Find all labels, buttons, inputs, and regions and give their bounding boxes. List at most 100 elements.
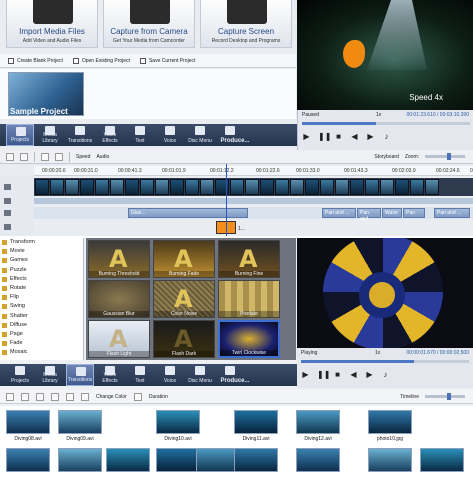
tool-projects[interactable]: Projects [6, 124, 34, 146]
import-media-button[interactable]: Import Media Files Add Video and Audio F… [6, 0, 98, 48]
effect-clip[interactable]: Pan [403, 208, 425, 218]
category-item[interactable]: Page [0, 330, 83, 339]
media-file-thumbnail[interactable] [234, 448, 278, 472]
player-zoom[interactable]: 1x [376, 112, 381, 118]
tool-produce[interactable]: Produce... [216, 124, 254, 146]
video-clip[interactable] [350, 179, 364, 195]
prev-frame-icon[interactable]: ◀ [350, 132, 359, 141]
video-track[interactable] [34, 178, 473, 196]
tool-transitions[interactable]: Transitions [66, 124, 94, 146]
player-zoom[interactable]: 1x [375, 350, 380, 356]
zoom-slider[interactable] [425, 153, 465, 160]
video-clip[interactable] [95, 179, 109, 195]
video-clip[interactable] [185, 179, 199, 195]
volume-icon[interactable]: ♪ [381, 370, 390, 379]
media-file-thumbnail[interactable]: Diving08.avi [6, 410, 50, 442]
video-clip[interactable] [290, 179, 304, 195]
media-file-thumbnail[interactable] [58, 448, 102, 472]
move-left-icon[interactable] [6, 392, 14, 401]
video-clip[interactable] [305, 179, 319, 195]
volume-icon[interactable]: ♪ [382, 132, 391, 141]
category-item[interactable]: Shatter [0, 312, 83, 321]
pause-icon[interactable]: ❚❚ [317, 370, 330, 379]
media-file-thumbnail[interactable]: Diving09.avi [58, 410, 102, 442]
category-item[interactable]: Mosaic [0, 348, 83, 357]
video-clip[interactable] [230, 179, 244, 195]
video-clip[interactable] [320, 179, 334, 195]
video-clip[interactable] [365, 179, 379, 195]
category-item[interactable]: Rotate [0, 284, 83, 293]
category-item[interactable]: Swing [0, 302, 83, 311]
effect-track[interactable]: Glas... Pan and ... Pan and ... Wave Pan… [34, 207, 473, 222]
effect-thumbnail[interactable]: Gaussian Blur [88, 280, 150, 318]
category-item[interactable]: Effects [0, 275, 83, 284]
video-clip[interactable] [65, 179, 79, 195]
media-file-thumbnail[interactable]: Diving12.avi [296, 410, 340, 442]
storyboard-button[interactable]: Storyboard [374, 154, 398, 160]
transition-track[interactable] [34, 198, 473, 204]
pause-icon[interactable]: ❚❚ [318, 132, 331, 141]
effect-clip[interactable]: Wave [382, 208, 402, 218]
timeline-playhead[interactable] [226, 164, 227, 236]
category-item[interactable]: Puzzle [0, 266, 83, 275]
category-item[interactable]: Flip [0, 293, 83, 302]
stop-icon[interactable]: ■ [333, 370, 342, 379]
create-blank-project-button[interactable]: Create Blank Project [8, 57, 63, 64]
tool-transitions[interactable]: Transitions [66, 364, 94, 386]
open-project-button[interactable]: Open Existing Project [72, 57, 130, 64]
tool-text[interactable]: Text [126, 124, 154, 146]
move-right-icon[interactable] [21, 392, 29, 401]
category-item[interactable]: Diffuse [0, 321, 83, 330]
next-frame-icon[interactable]: ▶ [365, 370, 374, 379]
video-clip[interactable] [80, 179, 94, 195]
tool-text[interactable]: Text [126, 364, 154, 386]
capture-screen-button[interactable]: Capture Screen Record Desktop and Progra… [200, 0, 292, 48]
tool-video-effects[interactable]: Video Effects [96, 124, 124, 146]
video-clip[interactable] [275, 179, 289, 195]
effect-thumbnail[interactable]: A Flash Dark [153, 320, 215, 358]
audio-button[interactable]: Audio [96, 154, 109, 160]
effect-thumbnail[interactable]: A Burning Fade [153, 240, 215, 278]
effect-thumbnail-selected[interactable]: Twirl Clockwise [218, 320, 280, 358]
video-clip[interactable] [380, 179, 394, 195]
category-item[interactable]: Transform [0, 238, 83, 247]
redo-icon[interactable] [66, 392, 74, 401]
media-file-thumbnail[interactable] [156, 448, 200, 472]
video-clip[interactable] [110, 179, 124, 195]
tool-voice[interactable]: Voice [156, 124, 184, 146]
change-color-button[interactable]: Change Color [96, 394, 127, 400]
effect-thumbnail[interactable]: Pixelate [218, 280, 280, 318]
media-file-thumbnail[interactable]: photo10.jpg [368, 410, 412, 442]
split-icon[interactable] [6, 152, 14, 161]
video-clip[interactable] [50, 179, 64, 195]
video-clip[interactable] [395, 179, 409, 195]
speed-button[interactable]: Speed [76, 154, 90, 160]
video-clip[interactable] [410, 179, 424, 195]
effect-thumbnail[interactable]: A Burning Fine [218, 240, 280, 278]
effect-thumbnail[interactable]: A Burning Threshold [88, 240, 150, 278]
tool-projects[interactable]: Projects [6, 364, 34, 386]
media-file-thumbnail[interactable] [420, 448, 464, 472]
player-progress[interactable] [302, 122, 470, 125]
effect-clip[interactable]: Glas... [128, 208, 248, 218]
tool-produce[interactable]: Produce... [216, 364, 254, 386]
player-progress[interactable] [301, 360, 469, 363]
zoom-slider[interactable] [425, 393, 465, 400]
category-item[interactable]: Movie [0, 247, 83, 256]
play-icon[interactable]: ▶ [302, 132, 311, 141]
zoom-slider-knob[interactable] [447, 153, 451, 160]
video-clip[interactable] [170, 179, 184, 195]
media-file-thumbnail[interactable] [106, 448, 150, 472]
tool-voice[interactable]: Voice [156, 364, 184, 386]
tool-disc-menu[interactable]: Disc Menu [186, 364, 214, 386]
prev-frame-icon[interactable]: ◀ [349, 370, 358, 379]
media-file-thumbnail[interactable] [368, 448, 412, 472]
zoom-slider-knob[interactable] [447, 393, 451, 400]
video-clip[interactable] [425, 179, 439, 195]
undo-icon[interactable] [51, 392, 59, 401]
video-clip[interactable] [260, 179, 274, 195]
category-item[interactable]: Games [0, 256, 83, 265]
stop-icon[interactable]: ■ [334, 132, 343, 141]
save-project-button[interactable]: Save Current Project [139, 57, 195, 64]
video-clip[interactable] [35, 179, 49, 195]
